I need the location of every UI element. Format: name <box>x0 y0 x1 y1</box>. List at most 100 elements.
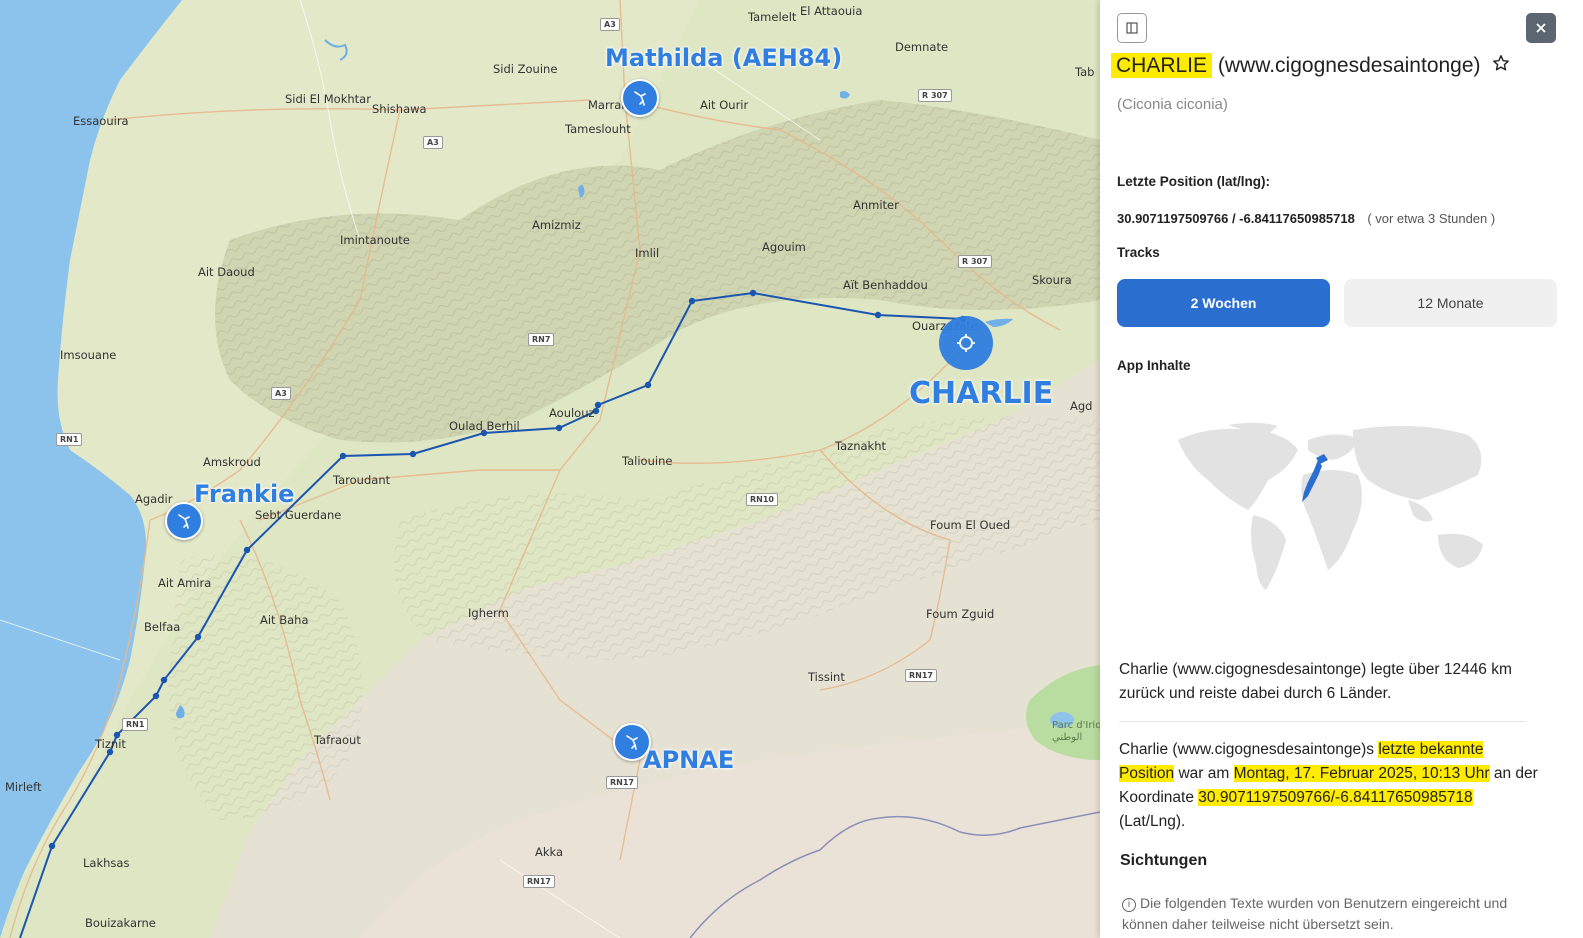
stork-icon <box>178 514 190 529</box>
place-label: Ait Amira <box>158 576 212 590</box>
place-label: Taznakht <box>835 439 886 453</box>
road-shield: RN1 <box>122 718 149 731</box>
app-content-label: App Inhalte <box>1117 358 1191 373</box>
road-shield: A3 <box>271 387 291 400</box>
place-label: Sidi Zouine <box>493 62 558 76</box>
road-shield: RN17 <box>606 776 638 789</box>
stork-icon <box>626 735 638 750</box>
place-label: Tameslouht <box>565 122 631 136</box>
track-point[interactable] <box>152 692 160 700</box>
place-label: Foum Zguid <box>926 607 995 621</box>
last-position-label: Letzte Position (lat/lng): <box>1117 174 1270 189</box>
position-detail: Charlie (www.cigognesdesaintonge)s letzt… <box>1119 741 1538 830</box>
bird-name: CHARLIE <box>1111 53 1213 78</box>
place-label: Taliouine <box>622 454 673 468</box>
track-point[interactable] <box>644 381 652 389</box>
close-button[interactable] <box>1526 13 1556 43</box>
bird-label-mathilda[interactable]: Mathilda (AEH84) <box>605 44 842 72</box>
place-label: Ait Daoud <box>198 265 255 279</box>
bird-marker-mathilda[interactable] <box>621 79 659 117</box>
place-label: Mirleft <box>5 780 42 794</box>
place-label: Imintanoute <box>340 233 410 247</box>
track-point[interactable] <box>48 842 56 850</box>
bird-label-apnae[interactable]: APNAE <box>643 746 734 774</box>
place-label: Amizmiz <box>532 218 581 232</box>
road-shield: RN10 <box>746 493 778 506</box>
coordinates-value: 30.9071197509766 / -6.84117650985718 <box>1117 211 1355 226</box>
world-map-thumbnail <box>1178 422 1483 590</box>
track-point[interactable] <box>749 289 757 297</box>
bird-name-suffix: (www.cigognesdesaintonge) <box>1217 54 1481 77</box>
place-label: Tiznit <box>95 737 126 751</box>
place-label: Igherm <box>468 606 509 620</box>
place-label: Tamelelt <box>748 10 797 24</box>
bird-label-frankie[interactable]: Frankie <box>194 480 294 508</box>
park-label: Parc d'Iriquiﺍﻟﻮﻃﻨﻲ <box>1052 720 1100 743</box>
place-label: Bouizakarne <box>85 916 156 930</box>
sidebar-icon <box>1126 22 1138 34</box>
highlight-date: Montag, 17. Februar 2025, 10:13 Uhr <box>1233 765 1490 782</box>
travel-summary: Charlie (www.cigognesdesaintonge) legte … <box>1119 661 1512 702</box>
track-point[interactable] <box>555 424 563 432</box>
track-12-months-button[interactable]: 12 Monate <box>1344 279 1557 327</box>
place-label: Anmiter <box>853 198 899 212</box>
place-label: Tafraout <box>314 733 361 747</box>
place-label: Agouim <box>762 240 806 254</box>
place-label: Foum El Oued <box>930 518 1011 532</box>
place-label: Imsouane <box>60 348 117 362</box>
crosshair-icon <box>957 334 975 352</box>
track-point[interactable] <box>160 676 168 684</box>
map-base-layer <box>0 0 1100 938</box>
road-shield: RN7 <box>528 333 555 346</box>
track-point[interactable] <box>194 633 202 641</box>
place-label: Belfaa <box>144 620 181 634</box>
place-label: Akka <box>535 845 564 859</box>
species-name: (Ciconia ciconia) <box>1117 96 1228 113</box>
close-icon <box>1536 23 1546 33</box>
road-shield: A3 <box>423 136 443 149</box>
place-label: Amskroud <box>203 455 261 469</box>
place-label: Ait Baha <box>260 613 309 627</box>
highlight-coordinates: 30.9071197509766/-6.84117650985718 <box>1198 789 1473 806</box>
track-point[interactable] <box>339 452 347 460</box>
sidebar-toggle-button[interactable] <box>1117 13 1147 43</box>
favorite-star-icon[interactable] <box>1492 54 1510 78</box>
place-label: Oulad Berhil <box>449 419 520 433</box>
track-point[interactable] <box>688 297 696 305</box>
track-2-weeks-button[interactable]: 2 Wochen <box>1117 279 1330 327</box>
sightings-label: Sichtungen <box>1120 852 1208 869</box>
time-ago: ( vor etwa 3 Stunden ) <box>1367 211 1496 226</box>
road-shield: RN1 <box>56 433 83 446</box>
place-label: Skoura <box>1032 273 1072 287</box>
track-point[interactable] <box>874 311 882 319</box>
place-label: Lakhsas <box>83 856 130 870</box>
bird-title: CHARLIE (www.cigognesdesaintonge) <box>1111 53 1510 78</box>
info-icon: i <box>1122 898 1136 912</box>
road-shield: A3 <box>600 18 620 31</box>
road-shield: RN17 <box>523 875 555 888</box>
place-label: Essaouira <box>73 114 129 128</box>
place-label: Taroudant <box>333 473 391 487</box>
place-label: Aoulouz <box>549 406 595 420</box>
sightings-notice: i Die folgenden Texte wurden von Benutzer… <box>1122 895 1508 932</box>
place-label: Tissint <box>808 670 845 684</box>
place-label: Agadir <box>135 492 173 506</box>
coordinates-row: 30.9071197509766 / -6.84117650985718 ( v… <box>1117 210 1495 228</box>
place-label: Tab <box>1075 65 1095 79</box>
place-label: El Attaouia <box>800 4 863 18</box>
track-point[interactable] <box>243 546 251 554</box>
track-point[interactable] <box>409 450 417 458</box>
road-shield: R 307 <box>958 255 992 268</box>
map-view[interactable]: Tamelelt El Attaouia Demnate Tab Sidi Zouine… <box>0 0 1100 938</box>
bird-detail-panel: CHARLIE (www.cigognesdesaintonge) (Cicon… <box>1100 0 1583 938</box>
stork-icon <box>634 91 646 106</box>
tracks-label: Tracks <box>1117 245 1160 260</box>
bird-marker-charlie[interactable] <box>939 316 993 370</box>
road-shield: R 307 <box>918 89 952 102</box>
separator <box>1119 721 1526 722</box>
track-point[interactable] <box>594 401 602 409</box>
bird-label-charlie[interactable]: CHARLIE <box>909 376 1053 411</box>
place-label: Aït Benhaddou <box>843 278 928 292</box>
place-label: Sidi El Mokhtar <box>285 92 371 106</box>
place-label: Agd <box>1070 399 1093 413</box>
